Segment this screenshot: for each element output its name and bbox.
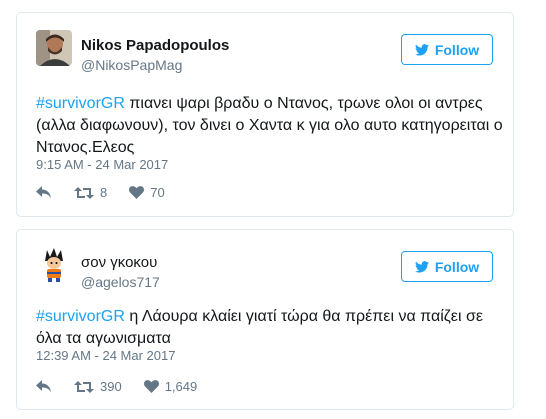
- like-button[interactable]: 1,649: [143, 379, 198, 394]
- user-handle[interactable]: @NikosPapMag: [81, 57, 182, 73]
- hashtag-link[interactable]: #survivorGR: [36, 95, 125, 112]
- avatar[interactable]: [36, 30, 72, 66]
- retweet-button[interactable]: 390: [74, 379, 122, 394]
- like-count: 1,649: [164, 379, 198, 394]
- twitter-bird-icon: [414, 260, 429, 273]
- retweet-icon: [74, 380, 94, 393]
- tweet-timestamp[interactable]: 12:39 AM - 24 Mar 2017: [36, 348, 175, 363]
- tweet-actions: 8 70: [36, 185, 187, 200]
- user-handle[interactable]: @agelos717: [81, 274, 160, 290]
- tweet-card: Nikos Papadopoulos @NikosPapMag Follow #…: [16, 12, 514, 217]
- retweet-count: 390: [100, 379, 122, 394]
- heart-icon: [143, 380, 159, 393]
- reply-icon: [36, 380, 51, 393]
- tweet-text: #survivorGR πιανει ψαρι βραδυ ο Ντανος, …: [36, 93, 506, 159]
- reply-button[interactable]: [36, 380, 52, 393]
- user-name[interactable]: Nikos Papadopoulos: [81, 37, 229, 54]
- reply-button[interactable]: [36, 186, 52, 199]
- user-name[interactable]: σον γκοκου: [81, 254, 157, 271]
- like-count: 70: [150, 185, 165, 200]
- tweet-timestamp[interactable]: 9:15 AM - 24 Mar 2017: [36, 157, 168, 172]
- like-button[interactable]: 70: [129, 185, 165, 200]
- tweet-actions: 390 1,649: [36, 379, 219, 394]
- avatar[interactable]: [36, 247, 72, 283]
- heart-icon: [129, 186, 145, 199]
- follow-label: Follow: [434, 258, 480, 275]
- follow-button[interactable]: Follow: [401, 251, 493, 282]
- retweet-icon: [74, 186, 94, 199]
- retweet-button[interactable]: 8: [74, 185, 107, 200]
- hashtag-link[interactable]: #survivorGR: [36, 308, 125, 325]
- follow-label: Follow: [434, 41, 480, 58]
- twitter-bird-icon: [414, 43, 429, 56]
- tweet-text: #survivorGR η Λάουρα κλαίει γιατί τώρα θ…: [36, 306, 506, 350]
- follow-button[interactable]: Follow: [401, 34, 493, 65]
- retweet-count: 8: [100, 185, 108, 200]
- tweet-card: σον γκοκου @agelos717 Follow #survivorGR…: [16, 229, 514, 410]
- reply-icon: [36, 186, 51, 199]
